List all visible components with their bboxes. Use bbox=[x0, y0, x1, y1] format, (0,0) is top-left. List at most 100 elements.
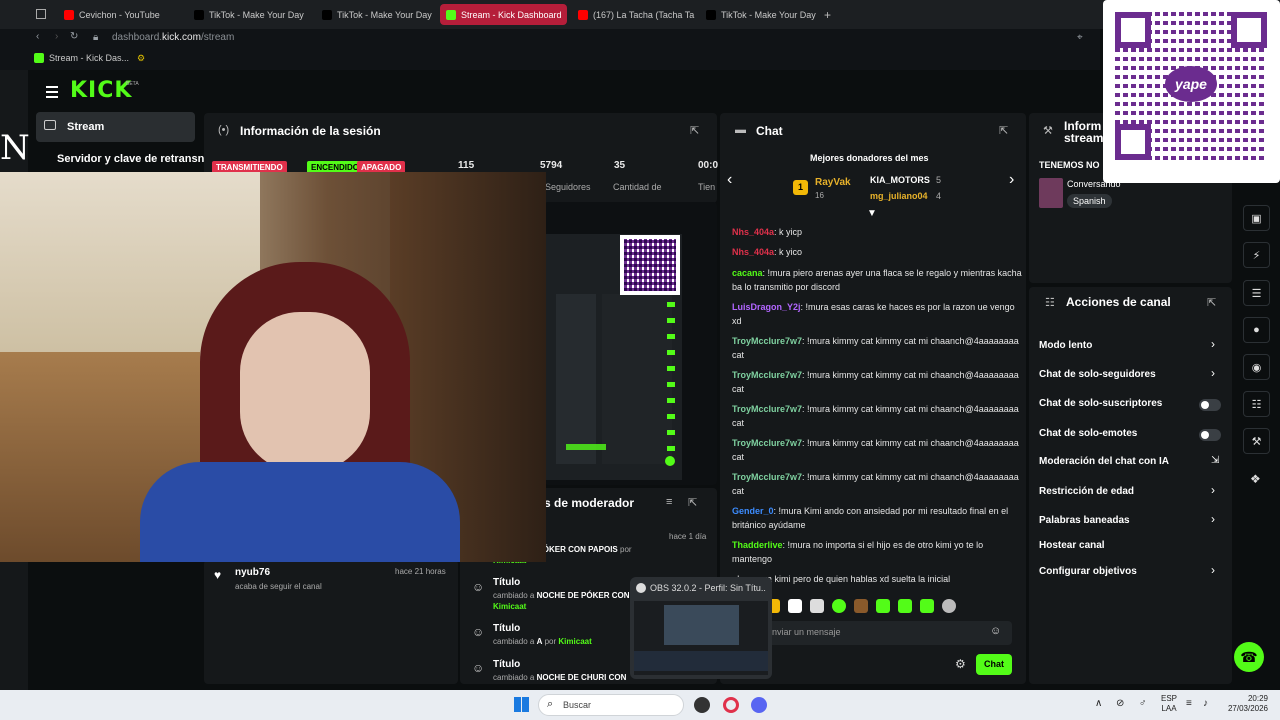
chevron-right-icon[interactable]: › bbox=[1211, 337, 1215, 351]
language-code: ESP bbox=[1161, 694, 1178, 703]
chevron-right-icon[interactable]: › bbox=[1211, 366, 1215, 380]
channel-action-item[interactable]: Modo lento bbox=[1039, 340, 1092, 351]
windows-start-icon[interactable] bbox=[514, 697, 529, 712]
chat-username[interactable]: TroyMcclure7w7 bbox=[732, 404, 802, 414]
kick-logo[interactable]: KICK bbox=[70, 78, 132, 103]
toggle-switch[interactable] bbox=[1199, 399, 1221, 411]
mic-icon[interactable]: ♂ bbox=[1139, 698, 1147, 709]
actions-icon: ☷ bbox=[1045, 297, 1055, 309]
url-field[interactable]: dashboard.kick.com/stream bbox=[112, 32, 234, 43]
browser-tab[interactable]: TikTok - Make Your Day bbox=[188, 4, 311, 25]
channel-action-item[interactable]: Hostear canal bbox=[1039, 540, 1105, 551]
channel-action-item[interactable]: Configurar objetivos bbox=[1039, 566, 1137, 577]
channel-action-item[interactable]: Palabras baneadas bbox=[1039, 515, 1130, 526]
channel-action-item[interactable]: Restricción de edad bbox=[1039, 486, 1134, 497]
emote-icon[interactable] bbox=[876, 599, 890, 613]
tools-icon[interactable]: ⚒ bbox=[1243, 428, 1270, 454]
volume-icon[interactable]: ♪ bbox=[1203, 698, 1208, 709]
network-icon[interactable]: ⊘ bbox=[1116, 698, 1124, 709]
chevron-right-icon[interactable]: › bbox=[1211, 483, 1215, 497]
donors-next-icon[interactable]: › bbox=[1009, 171, 1014, 189]
donor-2-name[interactable]: KIA_MOTORS bbox=[870, 175, 930, 185]
chat-settings-icon[interactable]: ⚙ bbox=[955, 657, 966, 671]
obs-taskbar-icon[interactable] bbox=[694, 697, 710, 713]
toggle-switch[interactable] bbox=[1199, 429, 1221, 441]
kick-favicon-icon bbox=[34, 53, 44, 63]
chat-username[interactable]: TroyMcclure7w7 bbox=[732, 472, 802, 482]
chat-icon[interactable]: ● bbox=[1243, 317, 1270, 343]
emote-icon[interactable] bbox=[810, 599, 824, 613]
lightning-icon[interactable]: ⚡︎ bbox=[1243, 242, 1270, 268]
popout-icon[interactable]: ⇱ bbox=[690, 124, 699, 137]
donors-prev-icon[interactable]: ‹ bbox=[727, 171, 732, 189]
chat-username[interactable]: Nhs_404a bbox=[732, 247, 774, 257]
server-key-link[interactable]: Servidor y clave de retransn bbox=[57, 153, 204, 165]
emote-icon[interactable] bbox=[942, 599, 956, 613]
browser-tab[interactable]: (167) La Tacha (Tacha Ta bbox=[572, 4, 697, 25]
discord-taskbar-icon[interactable] bbox=[751, 697, 767, 713]
reload-icon[interactable]: ↻ bbox=[70, 31, 78, 42]
taskbar-search[interactable]: ⌕ Buscar bbox=[538, 694, 684, 716]
external-link-icon[interactable]: ⇲ bbox=[1211, 455, 1219, 466]
tab-overview-icon[interactable] bbox=[36, 9, 46, 19]
chat-username[interactable]: LuisDragon_Y2j bbox=[732, 302, 801, 312]
channel-action-item[interactable]: Chat de solo-seguidores bbox=[1039, 369, 1156, 380]
menu-icon[interactable] bbox=[46, 86, 58, 98]
forward-icon[interactable]: › bbox=[55, 31, 58, 42]
moderator-popout-icon[interactable]: ⇱ bbox=[688, 496, 697, 509]
opera-taskbar-icon[interactable] bbox=[723, 697, 739, 713]
emote-icon[interactable] bbox=[788, 599, 802, 613]
clock[interactable]: 20:29 27/03/2026 bbox=[1222, 694, 1268, 714]
chat-popout-icon[interactable]: ⇱ bbox=[999, 124, 1008, 137]
filter-icon[interactable]: ≡ bbox=[666, 496, 672, 508]
back-icon[interactable]: ‹ bbox=[36, 31, 39, 42]
browser-tab[interactable]: TikTok - Make Your Day bbox=[700, 4, 822, 25]
channel-action-item[interactable]: Chat de solo-emotes bbox=[1039, 428, 1137, 439]
activity-item-1-text: NOCHE DE PÓKER CON bbox=[536, 591, 630, 600]
layout-icon[interactable]: ☷ bbox=[1243, 391, 1270, 417]
chat-username[interactable]: cacana bbox=[732, 268, 763, 278]
broadcast-side-icon[interactable]: ◉ bbox=[1243, 354, 1270, 380]
chat-send-button[interactable]: Chat bbox=[976, 654, 1012, 675]
pin-icon[interactable]: ⌖ bbox=[1077, 32, 1083, 43]
bookmark-stream[interactable]: Stream - Kick Das... bbox=[34, 53, 129, 63]
chat-input[interactable]: nviar un mensaje ☺ bbox=[764, 621, 1012, 645]
shield-icon[interactable]: ▣ bbox=[1243, 205, 1270, 231]
chevron-right-icon[interactable]: › bbox=[1211, 512, 1215, 526]
chat-username[interactable]: TroyMcclure7w7 bbox=[732, 370, 802, 380]
wifi-icon[interactable]: ≡ bbox=[1186, 698, 1192, 709]
activity-item-2-user[interactable]: Kimicaat bbox=[558, 637, 591, 646]
chat-username[interactable]: Nhs_404a bbox=[732, 227, 774, 237]
extension-icon[interactable]: ⚙ bbox=[137, 53, 145, 64]
extensions-icon[interactable]: ❖ bbox=[1250, 472, 1261, 486]
follower-user[interactable]: nyub76 bbox=[235, 567, 270, 578]
collapse-icon[interactable]: ▼ bbox=[867, 208, 877, 219]
chat-username[interactable]: TroyMcclure7w7 bbox=[732, 336, 802, 346]
donor-1-name[interactable]: RayVak bbox=[815, 177, 851, 188]
emote-icon[interactable] bbox=[898, 599, 912, 613]
nav-item-stream[interactable]: Stream bbox=[36, 112, 195, 142]
obs-taskbar-preview[interactable]: OBS 32.0.2 - Perfil: Sin Títu... bbox=[630, 577, 772, 679]
channel-action-item[interactable]: Moderación del chat con IA bbox=[1039, 456, 1169, 467]
support-icon[interactable]: ☎︎ bbox=[1234, 642, 1264, 672]
notes-icon[interactable]: ☰ bbox=[1243, 280, 1270, 306]
browser-tab[interactable]: Cevichon - YouTube bbox=[58, 4, 183, 25]
actions-popout-icon[interactable]: ⇱ bbox=[1207, 296, 1216, 309]
emoji-icon[interactable]: ☺ bbox=[990, 625, 1001, 637]
tray-chevron-icon[interactable]: ∧ bbox=[1095, 698, 1102, 709]
channel-action-item[interactable]: Chat de solo-suscriptores bbox=[1039, 398, 1162, 409]
stat-count-label: Cantidad de bbox=[613, 182, 662, 192]
chat-username[interactable]: Gender_0 bbox=[732, 506, 774, 516]
chat-username[interactable]: TroyMcclure7w7 bbox=[732, 438, 802, 448]
browser-tab[interactable]: Stream - Kick Dashboard bbox=[440, 4, 567, 25]
emote-icon[interactable] bbox=[832, 599, 846, 613]
chevron-right-icon[interactable]: › bbox=[1211, 563, 1215, 577]
browser-tab[interactable]: TikTok - Make Your Day bbox=[316, 4, 436, 25]
donor-3-name[interactable]: mg_juliano04 bbox=[870, 191, 928, 201]
chat-username[interactable]: Thadderlive bbox=[732, 540, 783, 550]
activity-item-1-user[interactable]: Kimicaat bbox=[493, 602, 526, 611]
emote-icon[interactable] bbox=[854, 599, 868, 613]
language-indicator[interactable]: ESP LAA bbox=[1161, 694, 1177, 714]
new-tab-button[interactable]: + bbox=[824, 8, 831, 22]
emote-icon[interactable] bbox=[920, 599, 934, 613]
